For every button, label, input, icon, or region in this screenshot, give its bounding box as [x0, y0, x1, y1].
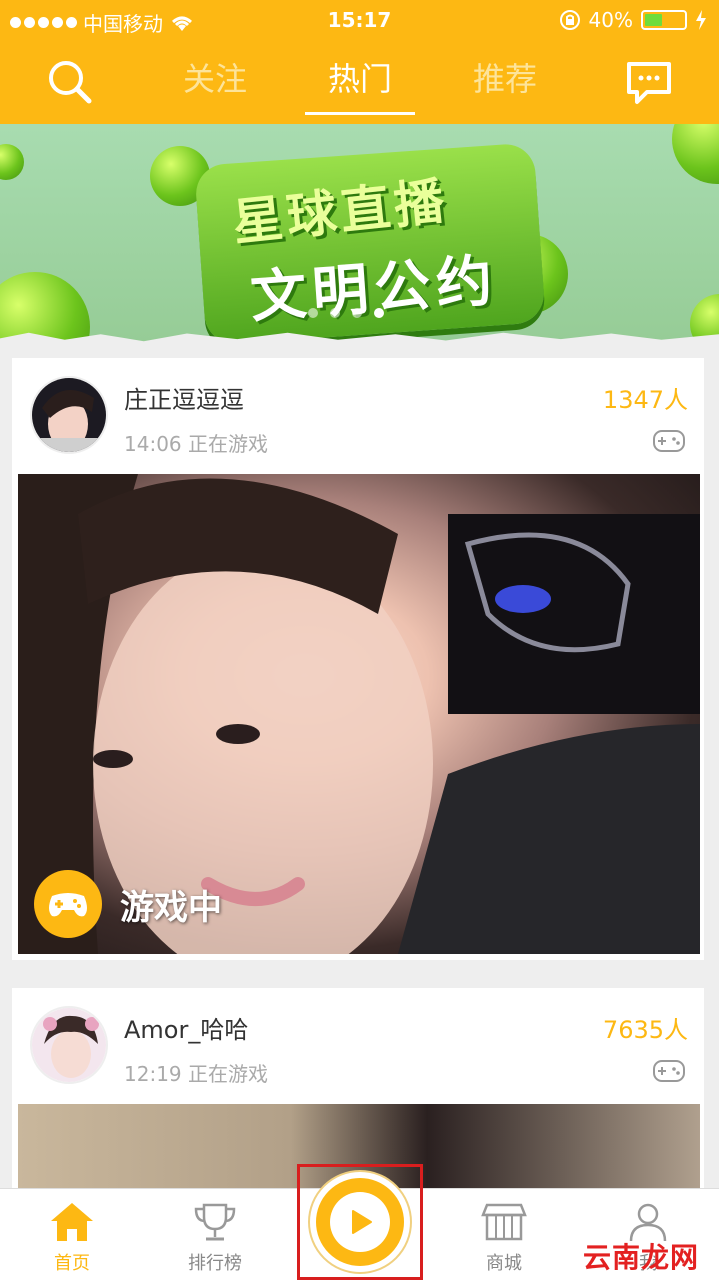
- top-nav: 关注 热门 推荐: [0, 40, 719, 124]
- tab-home[interactable]: 首页: [22, 1201, 122, 1275]
- in-game-badge: 游戏中: [34, 870, 222, 938]
- decor-ball: [672, 124, 719, 184]
- pager-dot[interactable]: [330, 308, 340, 318]
- avatar[interactable]: [30, 1006, 108, 1084]
- tab-hot[interactable]: 热门: [305, 54, 415, 115]
- battery-percent: 40%: [588, 8, 633, 32]
- banner-subtitle: 文明公约: [248, 248, 501, 331]
- in-game-label: 游戏中: [120, 887, 222, 928]
- tab-home-label: 首页: [54, 1253, 90, 1274]
- stream-status-text: 正在游戏: [188, 432, 268, 456]
- trophy-icon: [194, 1203, 236, 1241]
- avatar[interactable]: [30, 376, 108, 454]
- stream-status-text: 正在游戏: [188, 1062, 268, 1086]
- pager-dot[interactable]: [308, 308, 318, 318]
- home-icon: [51, 1203, 93, 1241]
- banner-pager: [308, 308, 384, 318]
- stream-status: 14:06 正在游戏: [124, 428, 268, 457]
- tab-follow[interactable]: 关注: [160, 54, 270, 115]
- streamer-name[interactable]: Amor_哈哈: [124, 1010, 248, 1045]
- feed-tabs: 关注 热门 推荐: [160, 54, 560, 115]
- decor-ball: [0, 272, 90, 344]
- streamer-name[interactable]: 庄正逗逗逗: [124, 380, 244, 415]
- charging-icon: [696, 10, 706, 30]
- decor-ball: [0, 144, 24, 180]
- rotation-lock-icon: [559, 10, 580, 30]
- status-bar: 中国移动 15:17 40%: [0, 0, 719, 40]
- battery-icon: [641, 10, 687, 30]
- status-right: 40%: [559, 8, 707, 32]
- pager-dot[interactable]: [352, 308, 362, 318]
- tab-shop[interactable]: 商城: [454, 1201, 554, 1275]
- stream-time: 12:19: [124, 1062, 182, 1086]
- stream-status: 12:19 正在游戏: [124, 1058, 268, 1087]
- tab-shop-label: 商城: [486, 1253, 522, 1274]
- highlight-box: [297, 1164, 423, 1280]
- shop-icon: [481, 1203, 527, 1241]
- gamepad-badge-icon: [34, 870, 102, 938]
- viewer-count: 1347人: [602, 386, 688, 414]
- tab-ranking[interactable]: 排行榜: [165, 1201, 265, 1275]
- promo-banner[interactable]: 星球直播 文明公约: [0, 124, 719, 344]
- tab-recommend[interactable]: 推荐: [450, 54, 560, 115]
- viewer-count: 7635人: [602, 1016, 688, 1044]
- tab-ranking-label: 排行榜: [188, 1253, 242, 1274]
- pager-dot-active[interactable]: [374, 308, 384, 318]
- stream-card[interactable]: 庄正逗逗逗 14:06 正在游戏 1347人 游戏中: [12, 358, 704, 960]
- gamepad-icon: [653, 430, 685, 452]
- search-icon[interactable]: [44, 56, 96, 108]
- watermark: 云南龙网: [582, 1241, 699, 1274]
- stream-thumbnail[interactable]: 游戏中: [18, 474, 700, 954]
- gamepad-icon: [653, 1060, 685, 1082]
- stream-time: 14:06: [124, 432, 182, 456]
- message-icon[interactable]: [625, 58, 673, 106]
